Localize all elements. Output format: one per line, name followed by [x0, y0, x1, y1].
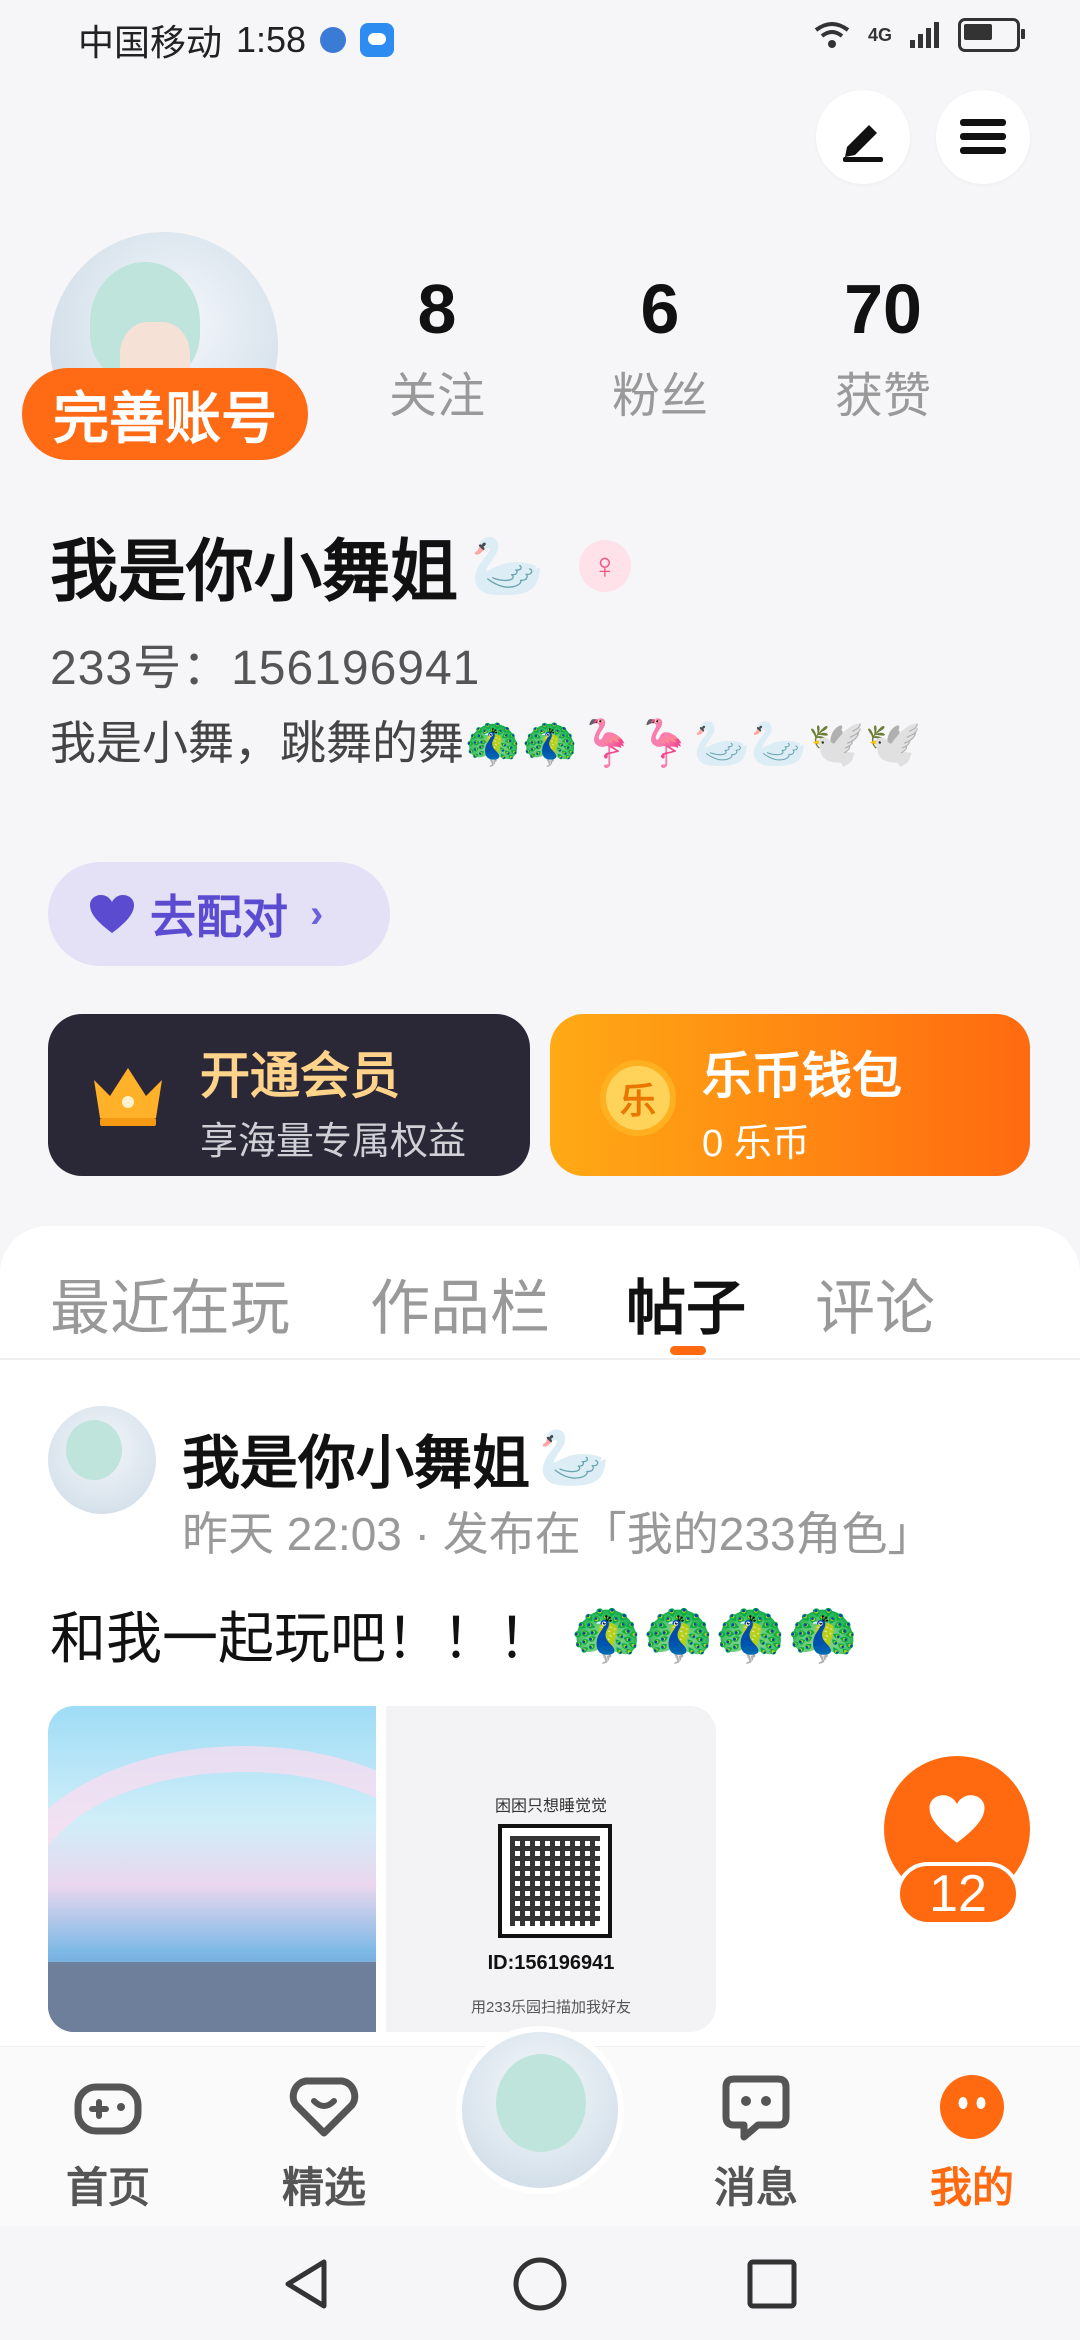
menu-button[interactable] [936, 90, 1030, 184]
edit-profile-button[interactable] [816, 90, 910, 184]
likes-count: 70 [844, 270, 922, 348]
match-label: 去配对 [150, 891, 288, 943]
pen-icon [843, 125, 883, 162]
post-author-avatar[interactable] [48, 1406, 156, 1514]
chevron-right-icon: › [310, 891, 324, 936]
nav-featured[interactable]: 精选 [254, 2071, 394, 2215]
status-bar: 中国移动 1:58 4G [0, 0, 1080, 72]
home-icon[interactable] [510, 2254, 570, 2314]
nav-home[interactable]: 首页 [38, 2071, 178, 2215]
fans-count: 6 [640, 270, 680, 348]
tab-posts[interactable]: 帖子 [626, 1260, 746, 1347]
post-text: 和我一起玩吧！！！ [50, 1607, 554, 1670]
vip-title: 开通会员 [200, 1048, 400, 1104]
stat-fans[interactable]: 6 粉丝 [560, 268, 760, 426]
qr-card-hint: 用233乐园扫描加我好友 [470, 1999, 632, 2016]
recents-icon[interactable] [742, 2254, 802, 2314]
swan-emoji: 🦢 [470, 532, 545, 599]
carrier-name: 中国移动 [78, 22, 223, 63]
heart-icon [929, 1795, 985, 1843]
status-right: 4G [812, 18, 1025, 52]
wallet-balance: 0 乐币 [702, 1123, 810, 1165]
heart-chat-icon [289, 2077, 359, 2137]
bio: 我是小舞，跳舞的舞🦚🦚🦩🦩🦢🦢🕊️🕊️ [50, 717, 923, 769]
tab-comments[interactable]: 评论 [815, 1260, 935, 1347]
gamepad-icon [74, 2083, 142, 2135]
active-tab-indicator [670, 1346, 706, 1355]
following-count: 8 [417, 270, 457, 348]
peacock-emojis: 🦚🦚🦚🦚 [570, 1601, 859, 1667]
post-text-row: 和我一起玩吧！！！ 🦚🦚🦚🦚 [50, 1594, 859, 1675]
nav-mine[interactable]: 我的 [902, 2071, 1042, 2215]
post-meta[interactable]: 昨天 22:03 · 发布在「我的233角色」 [182, 1498, 934, 1564]
fans-label: 粉丝 [611, 370, 708, 423]
match-button[interactable]: 去配对 › [48, 862, 390, 966]
nav-mine-label: 我的 [929, 2164, 1014, 2211]
tab-works[interactable]: 作品栏 [370, 1260, 550, 1347]
qr-card-id: ID:156196941 [487, 1952, 615, 1974]
wifi-icon [814, 22, 850, 48]
post-image-scene[interactable] [48, 1706, 376, 2032]
user-id: 233号：156196941 [50, 642, 481, 695]
qr-card-name: 困困只想睡觉觉 [494, 1798, 607, 1815]
browser-icon [320, 27, 347, 53]
post-author-row: 我是你小舞姐 🦢 [182, 1416, 610, 1500]
battery-icon [958, 18, 1025, 52]
swan-emoji: 🦢 [538, 1425, 611, 1490]
likes-label: 获赞 [834, 370, 931, 423]
wallet-title: 乐币钱包 [702, 1048, 902, 1104]
crown-icon [94, 1068, 162, 1126]
face-icon [940, 2075, 1004, 2139]
post-image-qr-card[interactable]: 困困只想睡觉觉 ID:156196941 用233乐园扫描加我好友 [386, 1706, 716, 2032]
wallet-card[interactable]: 乐 乐币钱包 0 乐币 [550, 1014, 1030, 1176]
coin-icon: 乐 [600, 1060, 676, 1136]
like-count: 12 [896, 1862, 1020, 1926]
tab-recently-played[interactable]: 最近在玩 [50, 1260, 290, 1347]
signal-icon [910, 22, 939, 48]
message-icon [722, 2075, 790, 2141]
complete-account-button[interactable]: 完善账号 [22, 368, 308, 460]
clock: 1:58 [236, 19, 307, 60]
vip-card[interactable]: 开通会员 享海量专属权益 [48, 1014, 530, 1176]
tabs-divider [0, 1358, 1080, 1360]
nav-messages-label: 消息 [713, 2164, 798, 2211]
vip-subtitle: 享海量专属权益 [200, 1121, 467, 1163]
back-icon[interactable] [278, 2254, 338, 2314]
following-label: 关注 [388, 370, 485, 423]
hamburger-icon [960, 119, 1006, 154]
system-nav-bar [0, 2226, 1080, 2340]
nav-featured-label: 精选 [281, 2164, 366, 2211]
center-avatar-button[interactable] [456, 2026, 624, 2194]
nav-messages[interactable]: 消息 [686, 2071, 826, 2215]
network-type: 4G [867, 24, 892, 45]
nav-home-label: 首页 [65, 2164, 150, 2211]
qr-code-icon [498, 1824, 612, 1938]
heart-icon [90, 895, 134, 933]
nickname: 我是你小舞姐 [50, 534, 459, 610]
nickname-row: 我是你小舞姐 🦢 ♀ [50, 516, 631, 615]
female-gender-icon: ♀ [578, 539, 631, 592]
post-author-name[interactable]: 我是你小舞姐 [182, 1416, 530, 1500]
status-left: 中国移动 1:58 [78, 14, 395, 66]
stat-following[interactable]: 8 关注 [337, 268, 537, 426]
stat-likes[interactable]: 70 获赞 [783, 268, 983, 426]
content-tabs: 最近在玩 作品栏 帖子 评论 [0, 1250, 1080, 1360]
weather-icon [360, 23, 395, 57]
